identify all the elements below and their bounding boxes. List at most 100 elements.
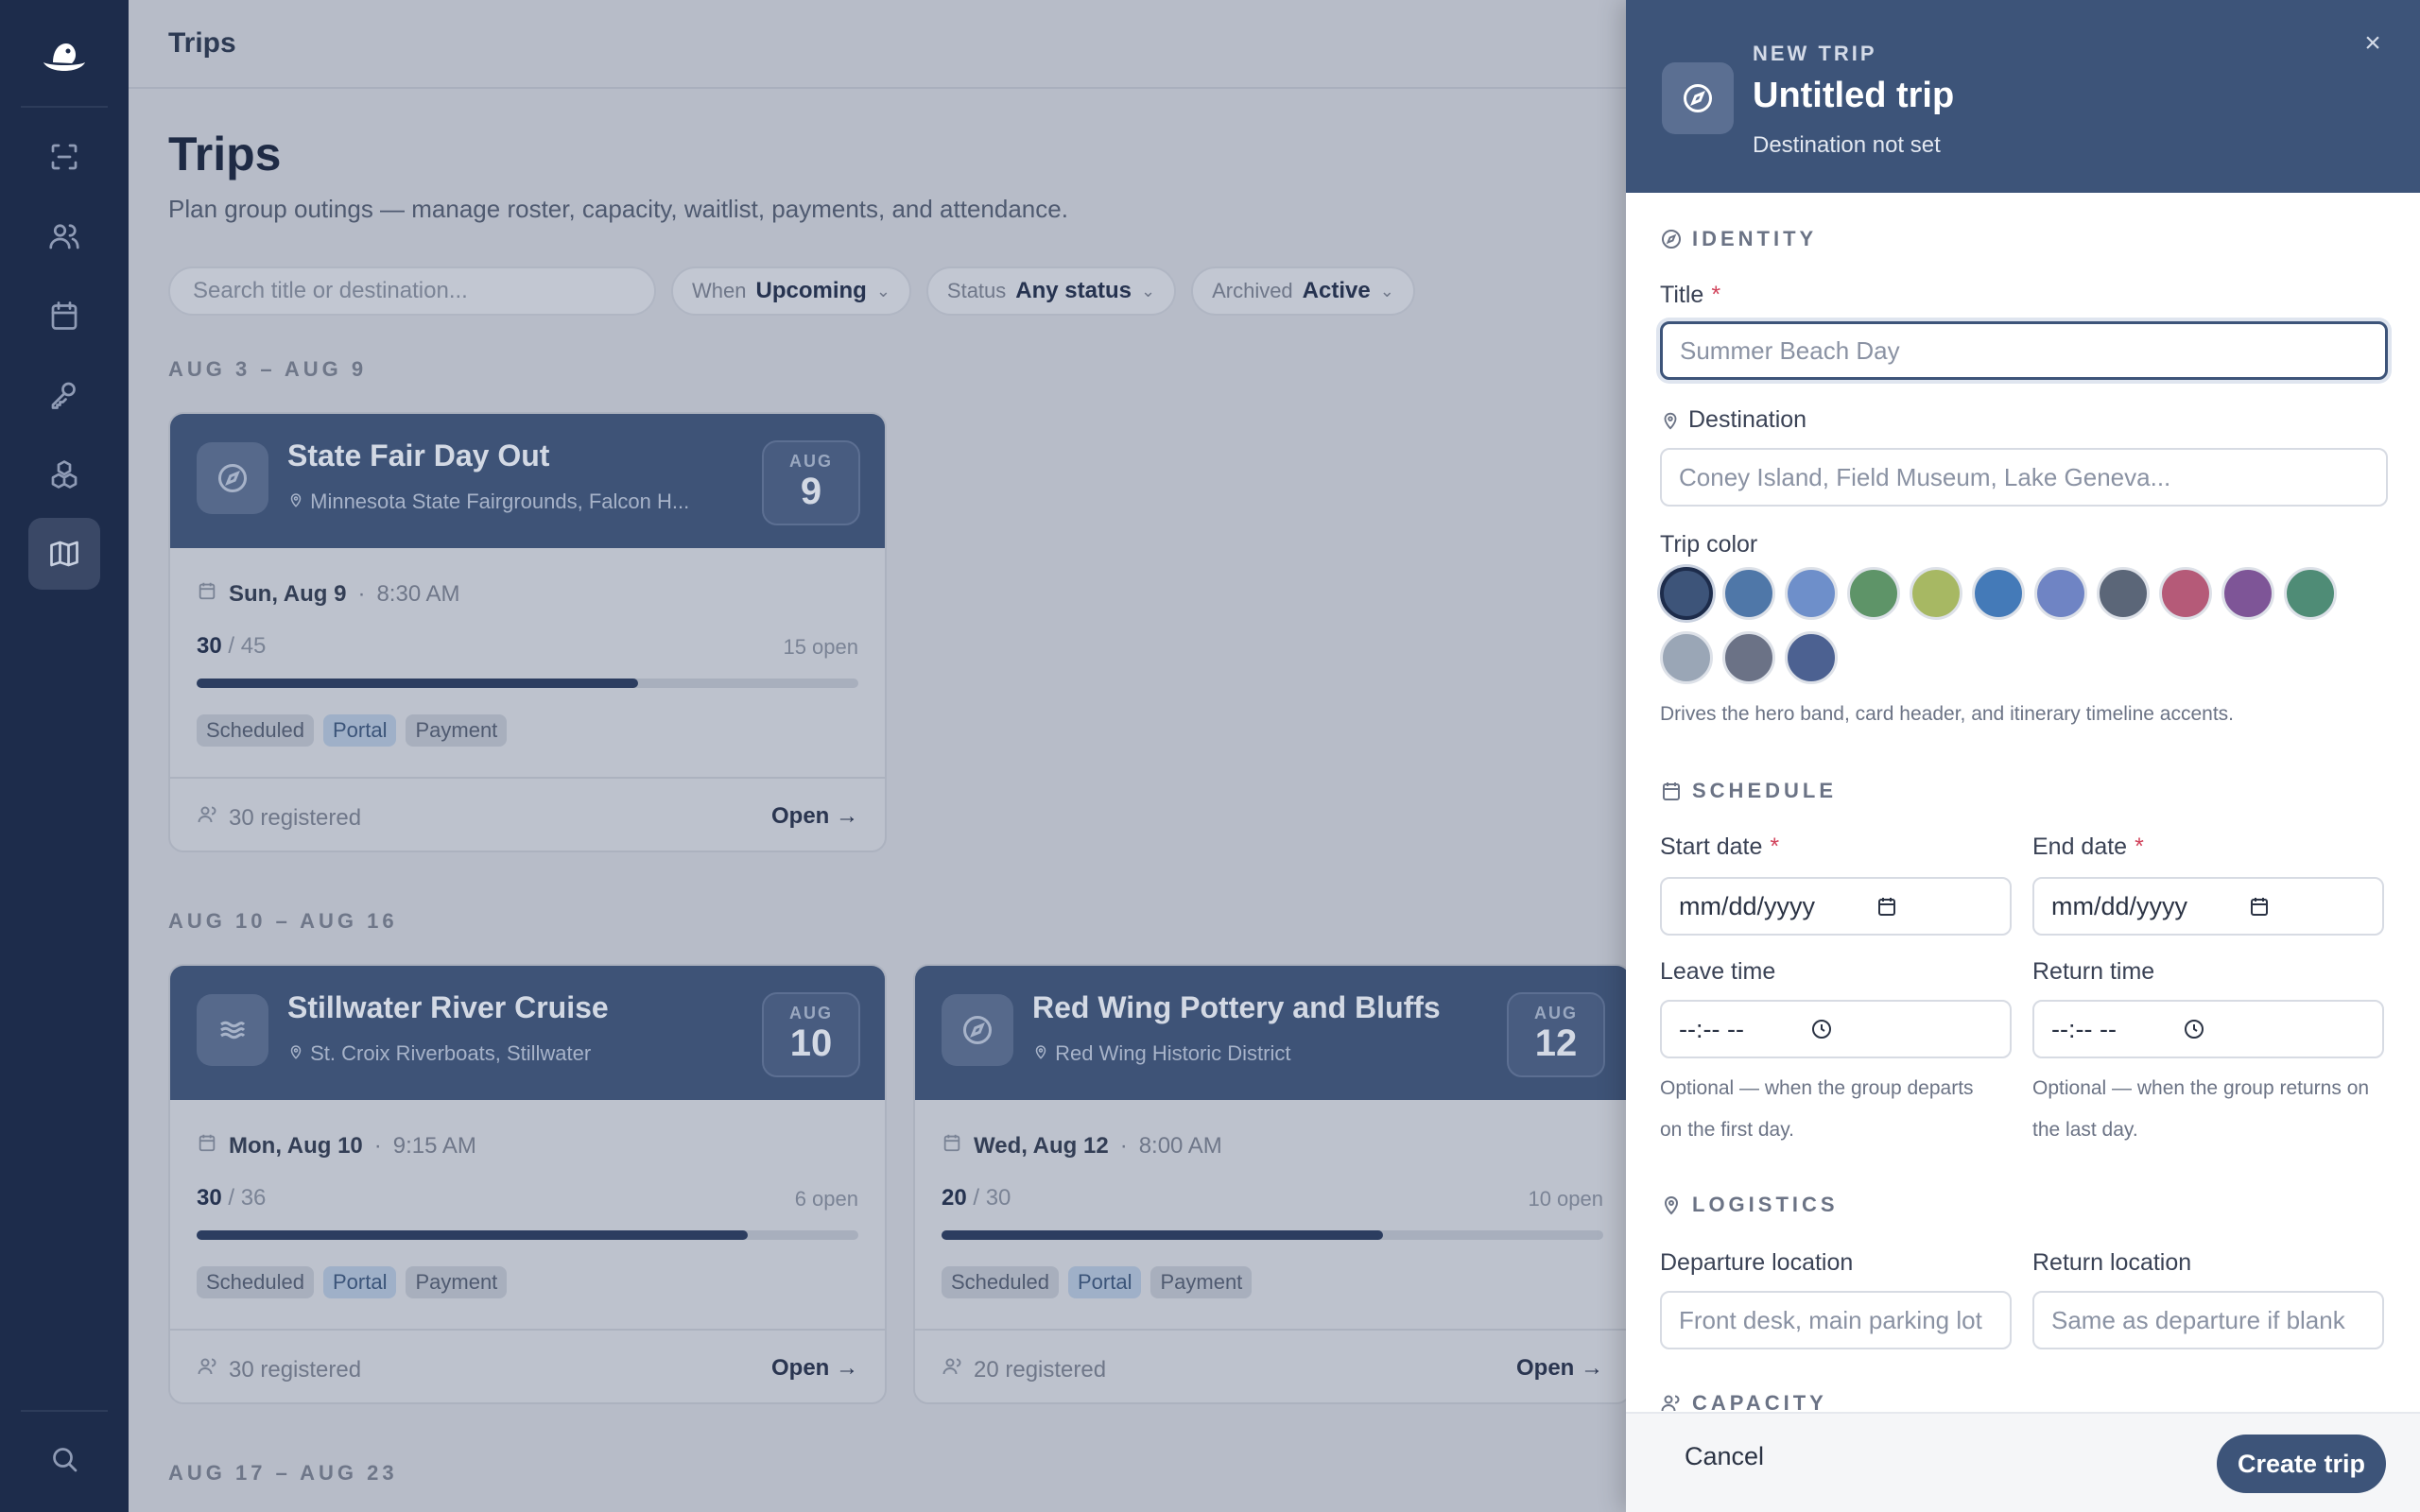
- create-trip-button[interactable]: Create trip: [2216, 1435, 2386, 1493]
- leave-time-input[interactable]: --:-- --: [1660, 1000, 2012, 1058]
- trip-card[interactable]: Red Wing Pottery and Bluffs Red Wing His…: [913, 964, 1626, 1404]
- trip-card-title: Stillwater River Cruise: [287, 990, 609, 1024]
- trip-card-tags: Scheduled Portal Payment: [197, 1266, 508, 1298]
- status-badge: Portal: [322, 1266, 397, 1298]
- sidebar-divider: [21, 1410, 108, 1412]
- sidebar-item-people[interactable]: [28, 200, 100, 272]
- clock-icon[interactable]: [1810, 1018, 1833, 1040]
- chevron-down-icon: ⌄: [1140, 281, 1156, 301]
- trip-card-tags: Scheduled Portal Payment: [197, 714, 508, 747]
- trip-date-badge: AUG 9: [762, 440, 860, 525]
- when-filter[interactable]: When Upcoming ⌄: [671, 266, 911, 316]
- section-logistics: LOGISTICS: [1660, 1193, 1839, 1217]
- color-swatch[interactable]: [2221, 567, 2274, 620]
- topbar: Trips: [129, 0, 1626, 89]
- close-icon[interactable]: ×: [2356, 26, 2390, 60]
- start-date-input[interactable]: mm/dd/yyyy: [1660, 877, 2012, 936]
- section-schedule: SCHEDULE: [1660, 779, 1837, 803]
- destination-label: Destination: [1660, 406, 1806, 434]
- calendar-icon[interactable]: [1876, 895, 1898, 918]
- color-swatch[interactable]: [1660, 631, 1713, 684]
- sidebar-item-trips[interactable]: [28, 518, 100, 590]
- title-input[interactable]: Summer Beach Day: [1660, 321, 2388, 380]
- sidebar-item-scan[interactable]: [28, 121, 100, 193]
- trip-card-header: Stillwater River Cruise St. Croix Riverb…: [170, 966, 885, 1100]
- trip-card-title: State Fair Day Out: [287, 438, 550, 472]
- chevron-down-icon: ⌄: [875, 281, 890, 301]
- status-badge: Portal: [322, 714, 397, 747]
- calendar-icon[interactable]: [2248, 895, 2271, 918]
- destination-input[interactable]: Coney Island, Field Museum, Lake Geneva.…: [1660, 448, 2388, 507]
- trip-card-title: Red Wing Pottery and Bluffs: [1032, 990, 1441, 1024]
- trip-card-registered: 30 registered: [197, 803, 361, 833]
- color-swatch[interactable]: [1722, 567, 1775, 620]
- boxes-icon: [51, 460, 78, 489]
- clock-icon[interactable]: [2183, 1018, 2205, 1040]
- trip-date-badge: AUG 10: [762, 992, 860, 1077]
- color-swatch[interactable]: [1722, 631, 1775, 684]
- cancel-button[interactable]: Cancel: [1685, 1442, 1764, 1471]
- color-swatch[interactable]: [2159, 567, 2212, 620]
- trip-card-count: 30 / 36: [197, 1185, 267, 1211]
- compass-icon: [1662, 230, 1681, 249]
- arrow-right-icon: →: [836, 1355, 858, 1381]
- color-swatch[interactable]: [2097, 567, 2150, 620]
- trip-card-header: State Fair Day Out Minnesota State Fairg…: [170, 414, 885, 548]
- end-date-label: End date *: [2032, 833, 2144, 860]
- trip-card[interactable]: State Fair Day Out Minnesota State Fairg…: [168, 412, 887, 852]
- new-trip-drawer: NEW TRIP Untitled trip Destination not s…: [1626, 0, 2420, 1512]
- page-subtitle: Plan group outings — manage roster, capa…: [168, 195, 1068, 223]
- color-swatch[interactable]: [1847, 567, 1900, 620]
- color-swatch[interactable]: [2034, 567, 2087, 620]
- trip-card-header: Red Wing Pottery and Bluffs Red Wing His…: [915, 966, 1626, 1100]
- key-icon: [51, 382, 76, 409]
- app-logo-icon[interactable]: [36, 30, 93, 87]
- trip-card[interactable]: Stillwater River Cruise St. Croix Riverb…: [168, 964, 887, 1404]
- arrow-right-icon: →: [1581, 1355, 1603, 1381]
- capacity-bar: [942, 1230, 1603, 1240]
- sidebar-item-inventory[interactable]: [28, 438, 100, 510]
- search-input[interactable]: Search title or destination...: [168, 266, 656, 316]
- drawer-kicker: NEW TRIP: [1753, 42, 1877, 65]
- compass-icon: [1662, 62, 1734, 134]
- week-heading: AUG 17 – AUG 23: [168, 1461, 398, 1485]
- return-location-label: Return location: [2032, 1249, 2192, 1276]
- archived-filter[interactable]: Archived Active ⌄: [1191, 266, 1415, 316]
- trip-card-location: St. Croix Riverboats, Stillwater: [287, 1041, 591, 1066]
- trip-card-open-spots: 6 open: [794, 1187, 858, 1211]
- week-heading: AUG 10 – AUG 16: [168, 909, 398, 933]
- color-swatch[interactable]: [1660, 567, 1713, 620]
- arrow-right-icon: →: [836, 803, 858, 829]
- leave-time-label: Leave time: [1660, 958, 1776, 985]
- section-identity: IDENTITY: [1660, 227, 1817, 251]
- return-time-input[interactable]: --:-- --: [2032, 1000, 2384, 1058]
- color-swatch[interactable]: [1910, 567, 1962, 620]
- status-filter[interactable]: Status Any status ⌄: [925, 266, 1177, 316]
- color-swatch[interactable]: [2284, 567, 2337, 620]
- title-label: Title *: [1660, 282, 1721, 308]
- trip-card-registered: 20 registered: [942, 1355, 1106, 1384]
- return-time-label: Return time: [2032, 958, 2155, 985]
- status-badge: Payment: [1150, 1266, 1253, 1298]
- map-pin-icon: [1664, 1196, 1679, 1215]
- map-pin-icon: [1664, 412, 1677, 430]
- trip-card-count: 20 / 30: [942, 1185, 1011, 1211]
- map-pin-icon: [287, 1041, 304, 1065]
- return-location-input[interactable]: Same as departure if blank: [2032, 1291, 2384, 1349]
- end-date-input[interactable]: mm/dd/yyyy: [2032, 877, 2384, 936]
- sidebar-item-search[interactable]: [28, 1423, 100, 1495]
- color-swatch[interactable]: [1785, 567, 1838, 620]
- sidebar-item-keys[interactable]: [28, 359, 100, 431]
- color-swatch[interactable]: [1785, 631, 1838, 684]
- open-trip-link[interactable]: Open →: [771, 1355, 858, 1382]
- drawer-title: Untitled trip: [1753, 76, 1955, 115]
- sidebar-item-calendar[interactable]: [28, 280, 100, 352]
- open-trip-link[interactable]: Open →: [771, 803, 858, 830]
- trip-date-badge: AUG 12: [1507, 992, 1605, 1077]
- trip-card-location: Red Wing Historic District: [1032, 1041, 1291, 1066]
- color-swatch[interactable]: [1972, 567, 2025, 620]
- open-trip-link[interactable]: Open →: [1516, 1355, 1603, 1382]
- trip-card-when: Sun, Aug 9 · 8:30 AM: [197, 580, 460, 608]
- drawer-footer: Cancel Create trip: [1626, 1412, 2420, 1512]
- departure-location-input[interactable]: Front desk, main parking lot: [1660, 1291, 2012, 1349]
